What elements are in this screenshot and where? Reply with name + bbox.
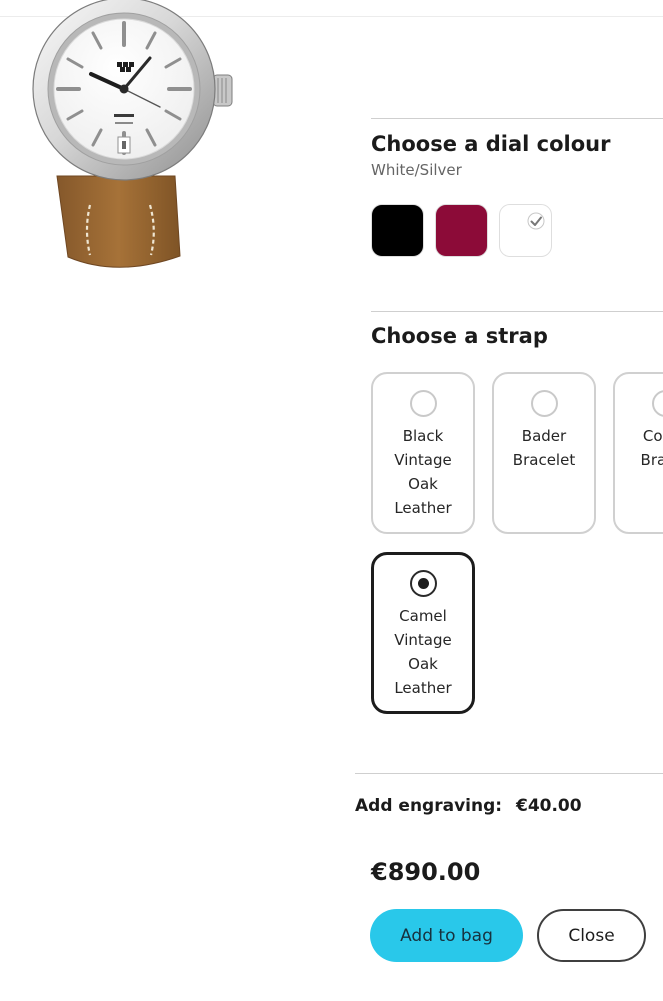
strap-option-label: Camel Vintage Oak Leather <box>394 607 452 697</box>
close-button[interactable]: Close <box>537 909 646 962</box>
divider <box>355 773 663 774</box>
engraving-label: Add engraving: <box>355 796 503 816</box>
dial-swatch-white[interactable] <box>499 204 552 257</box>
radio-button[interactable] <box>530 390 558 417</box>
product-price: €890.00 <box>371 858 481 886</box>
radio-dot-icon <box>417 578 429 589</box>
selected-dial-name: White/Silver <box>371 161 462 179</box>
add-to-bag-button[interactable]: Add to bag <box>370 909 523 962</box>
divider <box>371 311 663 312</box>
strap-option-label: Black Vintage Oak Leather <box>394 427 452 517</box>
product-customizer-page: Choose a dial colour White/Silver Choose… <box>0 0 663 1001</box>
strap-option-camel-vintage-oak-leather[interactable]: Camel Vintage Oak Leather <box>371 552 475 714</box>
engraving-price: €40.00 <box>515 796 582 816</box>
add-engraving-row[interactable]: Add engraving: €40.00 <box>355 794 582 818</box>
strap-option-label: Con… Brac… <box>640 427 663 469</box>
strap-section-title: Choose a strap <box>371 324 548 348</box>
strap-option-label: Bader Bracelet <box>512 427 576 469</box>
radio-button[interactable] <box>409 390 437 417</box>
divider <box>371 118 663 119</box>
dial-swatch-black[interactable] <box>371 204 424 257</box>
radio-button[interactable] <box>651 390 663 417</box>
strap-option-bader-bracelet[interactable]: Bader Bracelet <box>492 372 596 534</box>
strap-option-partial[interactable]: Con… Brac… <box>613 372 663 534</box>
radio-button-selected[interactable] <box>409 570 437 597</box>
options-panel: Choose a dial colour White/Silver Choose… <box>355 0 663 1001</box>
dial-swatch-red[interactable] <box>435 204 488 257</box>
watch-image <box>32 0 233 268</box>
dial-section-title: Choose a dial colour <box>371 132 611 156</box>
strap-option-black-vintage-oak-leather[interactable]: Black Vintage Oak Leather <box>371 372 475 534</box>
check-icon <box>527 212 545 230</box>
